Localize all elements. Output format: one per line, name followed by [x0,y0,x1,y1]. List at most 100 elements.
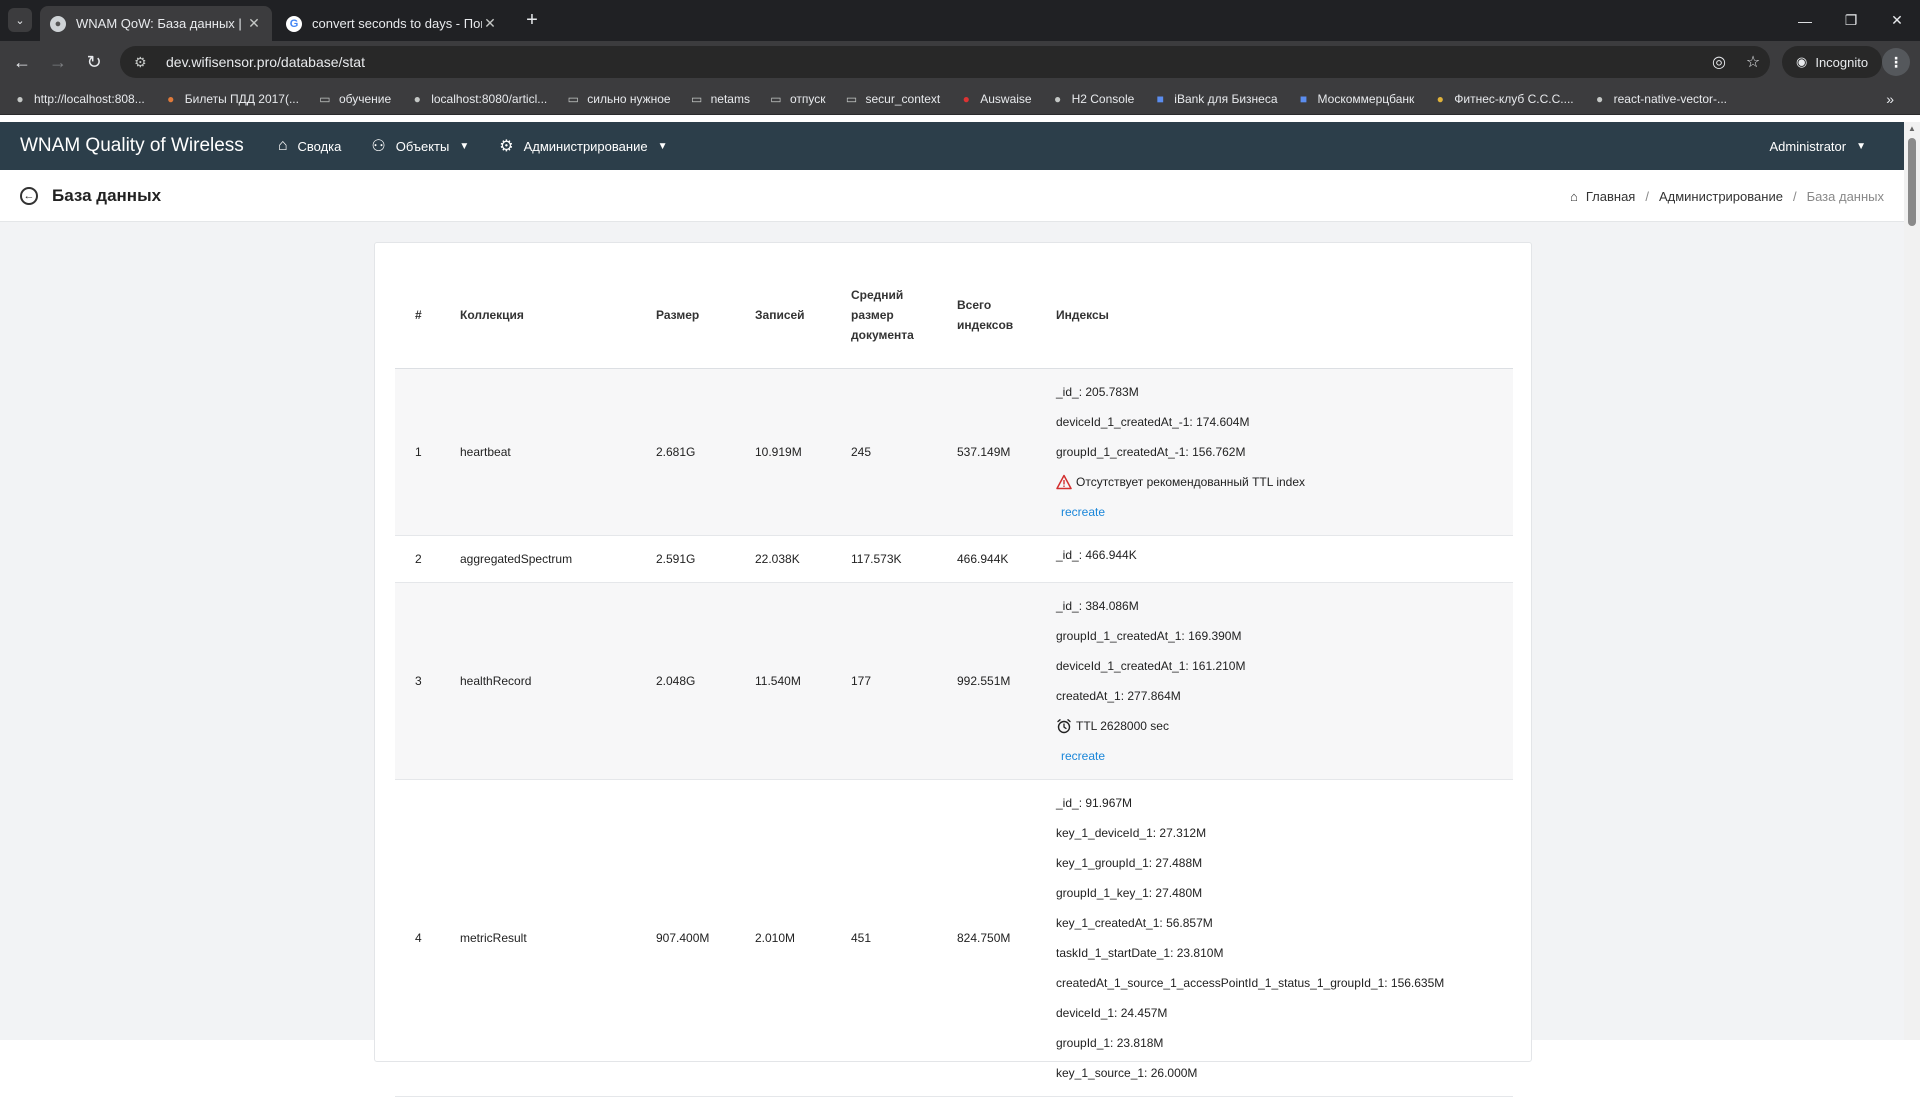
bookmark-item[interactable]: ■ iBank для Бизнеса [1152,91,1278,107]
browser-toolbar: ← → ↻ ⚙ dev.wifisensor.pro/database/stat… [0,41,1920,83]
home-icon: ⌂ [277,137,288,154]
cell-size: 2.681G [646,368,745,536]
warning-text: Отсутствует рекомендованный TTL index [1076,474,1306,489]
table-row: 4 metricResult 907.400M 2.010M 451 824.7… [395,779,1513,1097]
bookmark-folder[interactable]: ▭ отпуск [768,91,825,107]
recreate-button[interactable]: recreate [1061,749,1105,763]
bookmark-item[interactable]: ■ Москоммерцбанк [1296,91,1414,107]
bookmark-folder[interactable]: ▭ обучение [317,91,391,107]
close-icon[interactable]: ✕ [482,15,498,32]
home-icon: ⌂ [1570,188,1578,204]
scroll-up-icon[interactable]: ▲ [1904,122,1920,136]
globe-icon: ● [1596,91,1604,106]
header-indexes: Индексы [1046,263,1513,369]
cell-count: 22.038K [745,535,841,583]
header-size: Размер [646,263,745,369]
index-entry: deviceId_1_createdAt_1: 161.210M [1056,658,1246,673]
back-circle-icon[interactable]: ← [20,186,38,205]
chevron-down-icon: ▼ [1856,140,1866,152]
site-info-icon[interactable]: ⚙ [134,54,154,71]
bookmark-item[interactable]: ● Auswaise [958,91,1032,107]
index-entry: _id_: 91.967M [1056,795,1133,810]
folder-icon: ▭ [770,91,782,106]
breadcrumb-current: База данных [1806,188,1884,204]
alarm-clock-icon [1057,718,1071,733]
cell-size: 2.048G [646,582,745,780]
header-collection: Коллекция [450,263,646,369]
recreate-row: recreate [1056,497,1503,527]
browser-tab-google[interactable]: G convert seconds to days - Поис ✕ [276,6,508,41]
nav-administration[interactable]: ⚙ Администрирование ▼ [499,136,667,156]
restore-icon[interactable]: ❐ [1828,0,1874,41]
star-icon[interactable]: ☆ [1736,52,1770,72]
tab-title: convert seconds to days - Поис [312,16,482,31]
cell-avg: 451 [841,779,947,1097]
index-entry: taskId_1_startDate_1: 23.810M [1056,945,1224,960]
globe-icon: ● [50,15,66,32]
nav-objects[interactable]: ⚇ Объекты ▼ [371,136,469,156]
site-icon: ● [167,91,175,106]
incognito-icon: ◉ [1796,54,1808,69]
page-title: База данных [52,185,162,205]
bookmark-item[interactable]: ● Фитнес-клуб С.С.С.... [1432,91,1574,107]
bookmarks-bar: ● http://localhost:808... ● Билеты ПДД 201… [0,83,1920,115]
table-row: 2 aggregatedSpectrum 2.591G 22.038K 117.… [395,535,1513,583]
bank-icon: ■ [1299,91,1308,106]
bookmark-folder[interactable]: ▭ netams [689,91,750,107]
folder-icon: ▭ [690,91,703,106]
browser-tabstrip: ⌄ ● WNAM QoW: База данных | ✕ G convert … [0,0,1920,41]
cell-num: 2 [395,535,450,583]
reload-icon[interactable]: ↻ [76,44,112,80]
user-menu[interactable]: Administrator ▼ [1770,122,1866,170]
address-bar[interactable]: ⚙ dev.wifisensor.pro/database/stat ◎ ☆ [120,46,1770,78]
index-entry: deviceId_1: 24.457M [1056,1005,1168,1020]
browser-tab-active[interactable]: ● WNAM QoW: База данных | ✕ [40,6,272,41]
eye-off-icon[interactable]: ◎ [1702,52,1736,72]
page-scrollbar[interactable]: ▲ [1904,122,1920,1040]
recreate-button[interactable]: recreate [1061,505,1105,519]
back-arrow-icon[interactable]: ← [4,44,40,80]
cell-count: 10.919M [745,368,841,536]
index-entry: _id_: 384.086M [1056,598,1139,613]
objects-icon: ⚇ [371,138,386,155]
bookmark-item[interactable]: ● Билеты ПДД 2017(... [163,91,299,107]
bookmark-folder[interactable]: ▭ secur_context [844,91,940,107]
incognito-indicator[interactable]: ◉ Incognito [1782,46,1883,78]
scrollbar-thumb[interactable] [1908,138,1916,226]
recreate-row: recreate [1056,741,1503,771]
bookmark-item[interactable]: ● http://localhost:808... [12,91,144,107]
bookmark-item[interactable]: ● react-native-vector-... [1592,91,1727,107]
minimize-icon[interactable]: — [1782,0,1828,41]
bookmark-item[interactable]: ● H2 Console [1050,91,1134,107]
new-tab-button[interactable]: + [520,8,544,32]
cell-avg: 177 [841,582,947,780]
index-entry: groupId_1: 23.818M [1056,1035,1164,1050]
breadcrumb-administration[interactable]: Администрирование [1659,189,1783,204]
app-brand[interactable]: WNAM Quality of Wireless [20,135,244,157]
url-text[interactable]: dev.wifisensor.pro/database/stat [166,54,1702,70]
breadcrumb-home[interactable]: Главная [1586,189,1635,204]
bookmark-folder[interactable]: ▭ сильно нужное [565,91,671,107]
cell-num: 4 [395,779,450,1097]
tab-search-button[interactable]: ⌄ [8,8,32,32]
browser-menu-icon[interactable]: ⋮ [1882,48,1910,76]
cell-avg: 245 [841,368,947,536]
close-window-icon[interactable]: ✕ [1874,0,1920,41]
table-row: 1 heartbeat 2.681G 10.919M 245 537.149M … [395,368,1513,536]
breadcrumb: ⌂ Главная / Администрирование / База дан… [1570,170,1884,222]
nav-summary[interactable]: ⌂ Сводка [278,137,342,155]
cell-indexes: _id_: 466.944K [1046,535,1513,583]
close-icon[interactable]: ✕ [246,15,262,32]
window-controls: — ❐ ✕ [1782,0,1920,41]
cell-collection: aggregatedSpectrum [450,535,646,583]
cell-size: 907.400M [646,779,745,1097]
page-header: ← База данных ⌂ Главная / Администрирова… [0,170,1904,222]
globe-icon: ● [16,91,24,106]
forward-arrow-icon[interactable]: → [40,44,76,80]
site-icon: ● [1436,91,1444,106]
cell-indexes: _id_: 91.967M key_1_deviceId_1: 27.312M … [1046,779,1513,1097]
bookmarks-overflow-icon[interactable]: » [1886,83,1894,115]
index-entry: deviceId_1_createdAt_-1: 174.604M [1056,414,1250,429]
bookmark-item[interactable]: ● localhost:8080/articl... [409,91,548,107]
index-entry: _id_: 466.944K [1056,547,1137,562]
